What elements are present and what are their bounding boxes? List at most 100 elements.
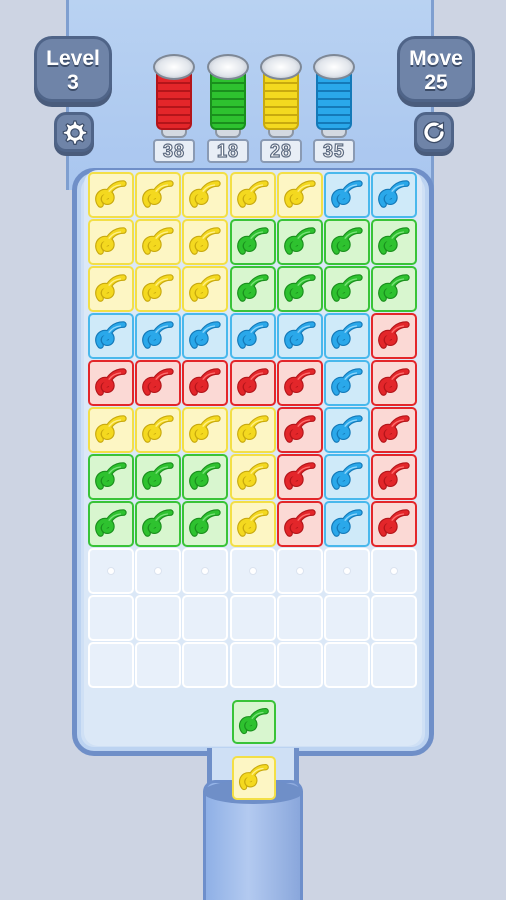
yarn-tile-yellow[interactable] — [135, 219, 182, 265]
yarn-coil-icon — [189, 180, 222, 208]
yarn-coil-icon — [189, 368, 222, 396]
yarn-tile-green[interactable] — [323, 219, 370, 265]
yarn-tile-yellow[interactable] — [182, 266, 229, 312]
yarn-coil-icon — [331, 368, 363, 396]
yarn-tile-red[interactable] — [371, 454, 418, 500]
yarn-coil-icon — [95, 227, 127, 255]
yarn-tile-yellow[interactable] — [182, 219, 229, 265]
yarn-coil-icon — [378, 180, 410, 208]
yarn-tile-blue[interactable] — [135, 313, 182, 359]
game-screen: Level 3 Move 25 38 18 28 35 — [0, 0, 506, 900]
yarn-coil-icon — [189, 274, 222, 302]
yarn-tile-green[interactable] — [276, 266, 323, 312]
yarn-tile-yellow[interactable] — [135, 266, 182, 312]
yarn-tile-red[interactable] — [88, 360, 134, 406]
yarn-tile-green[interactable] — [182, 454, 229, 500]
yarn-tile-yellow[interactable] — [182, 172, 229, 218]
yarn-tile-green[interactable] — [229, 266, 276, 312]
yarn-coil-icon — [331, 180, 363, 208]
yarn-tile-blue[interactable] — [182, 313, 229, 359]
yarn-tile-yellow[interactable] — [88, 172, 134, 218]
empty-slot — [88, 548, 134, 594]
yarn-coil-icon — [378, 227, 410, 255]
yarn-tile-blue[interactable] — [323, 360, 370, 406]
yarn-coil-icon — [331, 227, 363, 255]
yarn-coil-icon — [236, 368, 269, 396]
yarn-tile-blue[interactable] — [323, 313, 370, 359]
spool-cap — [207, 54, 249, 80]
yarn-tile-green[interactable] — [182, 501, 229, 547]
yarn-coil-icon — [95, 180, 127, 208]
empty-slot — [182, 548, 229, 594]
yarn-tile-green[interactable] — [371, 219, 418, 265]
empty-slot — [371, 595, 418, 641]
yarn-tile-yellow[interactable] — [88, 266, 134, 312]
yarn-tile-yellow[interactable] — [135, 407, 182, 453]
yarn-tile-blue[interactable] — [323, 172, 370, 218]
yarn-tile-red[interactable] — [371, 501, 418, 547]
yarn-tile-blue[interactable] — [371, 172, 418, 218]
yarn-tile-blue[interactable] — [323, 454, 370, 500]
yarn-tile-blue[interactable] — [323, 501, 370, 547]
yarn-coil-icon — [283, 274, 316, 302]
empty-slot — [135, 595, 182, 641]
restart-button[interactable] — [414, 112, 454, 152]
yarn-coil-icon — [142, 462, 174, 490]
level-value: 3 — [67, 71, 79, 94]
yarn-coil-icon — [189, 509, 222, 537]
yarn-tile-red[interactable] — [371, 360, 418, 406]
yarn-coil-icon — [283, 368, 316, 396]
yarn-tile-green[interactable] — [135, 454, 182, 500]
yarn-coil-icon — [331, 274, 363, 302]
yarn-coil-icon — [95, 509, 127, 537]
yarn-tile-yellow[interactable] — [182, 407, 229, 453]
yarn-tile-yellow[interactable] — [229, 407, 276, 453]
yarn-tile-blue[interactable] — [323, 407, 370, 453]
yarn-tile-yellow[interactable] — [229, 454, 276, 500]
slot-dot — [201, 567, 210, 575]
empty-slot — [323, 548, 370, 594]
yarn-tile-blue[interactable] — [88, 313, 134, 359]
yarn-tile-yellow[interactable] — [229, 501, 276, 547]
yarn-tile-red[interactable] — [276, 360, 323, 406]
yarn-tile-red[interactable] — [371, 407, 418, 453]
yarn-tile-yellow[interactable] — [135, 172, 182, 218]
restart-icon — [423, 121, 445, 144]
yarn-tile-green[interactable] — [88, 501, 134, 547]
yarn-tile-blue[interactable] — [276, 313, 323, 359]
yarn-coil-icon — [239, 764, 269, 791]
yarn-tile-green[interactable] — [323, 266, 370, 312]
empty-slot — [88, 595, 134, 641]
yarn-coil-icon — [331, 321, 363, 349]
yarn-coil-icon — [378, 462, 410, 490]
yarn-tile-yellow[interactable] — [229, 172, 276, 218]
slot-dot — [342, 567, 351, 575]
yarn-coil-icon — [142, 368, 174, 396]
yarn-tile-red[interactable] — [229, 360, 276, 406]
yarn-tile-yellow[interactable] — [88, 407, 134, 453]
yarn-tile-green[interactable] — [276, 219, 323, 265]
yarn-tile-green[interactable] — [135, 501, 182, 547]
yarn-tile-green[interactable] — [88, 454, 134, 500]
yarn-tile-yellow[interactable] — [88, 219, 134, 265]
settings-button[interactable] — [54, 112, 94, 152]
spool-cap — [313, 54, 355, 80]
yarn-tile-green[interactable] — [229, 219, 276, 265]
move-counter: Move 25 — [397, 36, 475, 102]
yarn-tile-red[interactable] — [276, 407, 323, 453]
yarn-tile-green[interactable] — [371, 266, 418, 312]
yarn-tile-red[interactable] — [276, 501, 323, 547]
empty-slot — [182, 595, 229, 641]
queued-tile-green — [232, 700, 276, 744]
yarn-tile-blue[interactable] — [229, 313, 276, 359]
slot-dot — [295, 567, 304, 575]
yarn-tile-red[interactable] — [371, 313, 418, 359]
slot-dot — [248, 567, 257, 575]
yarn-tile-red[interactable] — [276, 454, 323, 500]
slot-dot — [154, 567, 163, 575]
yarn-tile-yellow[interactable] — [276, 172, 323, 218]
yarn-tile-red[interactable] — [135, 360, 182, 406]
yarn-coil-icon — [189, 321, 222, 349]
yarn-tile-red[interactable] — [182, 360, 229, 406]
yarn-coil-icon — [283, 415, 316, 443]
